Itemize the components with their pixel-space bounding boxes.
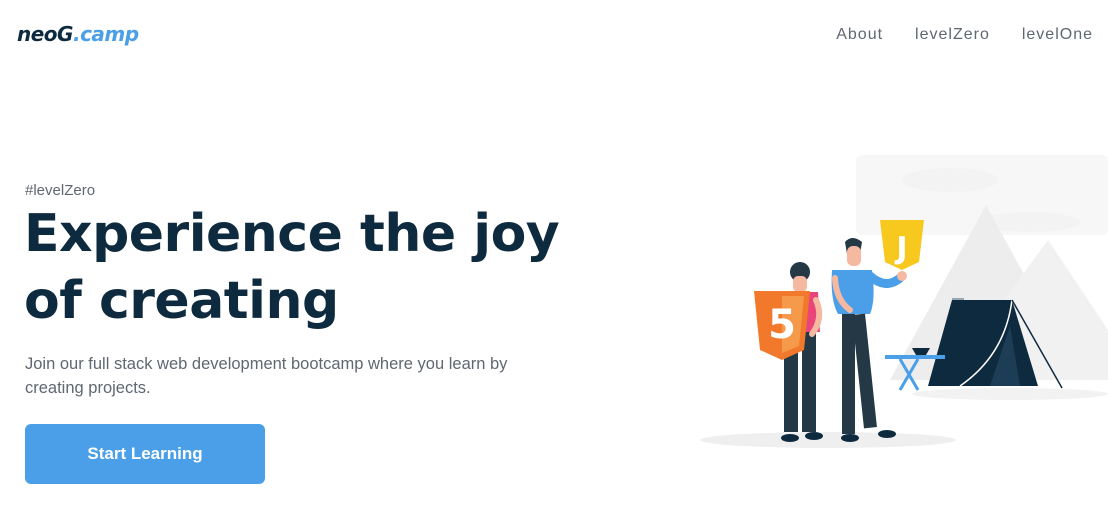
logo-secondary-text: .camp [72,22,139,46]
hero-tag: #levelZero [25,182,96,199]
ground-shadow [700,432,956,448]
javascript-badge-text: J [894,231,907,266]
nav-link-levelzero[interactable]: levelZero [915,26,990,44]
html5-badge-text: 5 [768,302,796,348]
tent-ground-shadow [912,388,1108,400]
logo-primary-text: neoG [17,22,73,46]
hero-headline: Experience the joy of creating [24,201,584,335]
nav-link-about[interactable]: About [836,26,883,44]
landing-page: neoG.camp About levelZero levelOne #leve… [0,0,1108,522]
start-learning-button[interactable]: Start Learning [25,424,265,484]
hero-headline-line2: of creating [24,271,339,331]
man-figure [831,238,907,442]
hero-illustration: 5 J [700,155,1108,448]
top-nav: About levelZero levelOne [836,26,1093,44]
nav-link-levelone[interactable]: levelOne [1022,26,1093,44]
html5-badge-icon: 5 [754,291,810,360]
hero-headline-line1: Experience the joy [24,204,560,264]
hero-subtitle: Join our full stack web development boot… [25,355,508,397]
logo[interactable]: neoG.camp [17,22,139,46]
javascript-badge-icon: J [880,220,924,270]
